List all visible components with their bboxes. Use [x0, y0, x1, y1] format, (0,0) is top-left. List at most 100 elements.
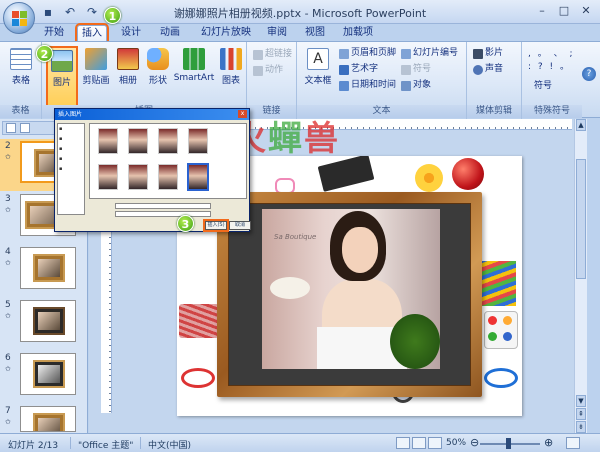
slide-thumbnail[interactable]: 7 ✩ [0, 404, 88, 433]
symbol-button[interactable]: 符号 [401, 63, 431, 76]
slide-thumbnail[interactable]: 4 ✩ [0, 245, 88, 297]
album-button[interactable]: 相册 [112, 46, 144, 86]
clipart-button[interactable]: 剪贴画 [80, 46, 112, 86]
window-title: 谢娜娜照片相册视频.pptx - Microsoft PowerPoint [173, 7, 427, 20]
portrait-photo[interactable]: Sa Boutique [262, 209, 440, 369]
slideshow-view-icon[interactable] [428, 437, 442, 449]
tab-insert[interactable]: 插入 [75, 23, 109, 43]
file-thumbnail[interactable] [128, 128, 148, 154]
slide-thumbnail[interactable]: 5 ✩ [0, 298, 88, 350]
filetype-select[interactable] [115, 211, 211, 217]
datetime-button[interactable]: 日期和时间 [339, 79, 396, 92]
group-text: A 文本框 页眉和页脚 艺术字 日期和时间 幻灯片编号 符号 对象 文本 [297, 42, 467, 119]
tab-view[interactable]: 视图 [300, 25, 330, 41]
smartart-button[interactable]: SmartArt [173, 46, 215, 83]
office-button[interactable] [3, 2, 35, 34]
chart-button[interactable]: 图表 [215, 46, 247, 86]
group-text-label: 文本 [297, 105, 466, 118]
place-item[interactable]: ▪ [58, 154, 84, 164]
tab-animations[interactable]: 动画 [154, 25, 186, 41]
slide-preview [20, 247, 76, 289]
wordart-button[interactable]: 艺术字 [339, 63, 378, 76]
sound-label: 声音 [485, 64, 504, 74]
tab-slideshow[interactable]: 幻灯片放映 [198, 25, 254, 41]
language-indicator[interactable]: 中文(中国) [148, 438, 191, 451]
frame-inner: Sa Boutique [228, 203, 471, 386]
file-thumbnail[interactable] [128, 164, 148, 190]
wordart-label: 艺术字 [351, 64, 379, 74]
sorter-view-icon[interactable] [412, 437, 426, 449]
group-media-label: 媒体剪辑 [467, 105, 521, 118]
next-slide-icon[interactable]: ⇟ [576, 421, 586, 433]
fit-to-window-icon[interactable] [566, 437, 580, 449]
minimize-icon[interactable]: – [532, 3, 552, 20]
shapes-button[interactable]: 形状 [142, 46, 174, 86]
scroll-down-icon[interactable]: ▼ [576, 395, 586, 407]
normal-view-icon[interactable] [396, 437, 410, 449]
place-item[interactable]: ▪ [58, 124, 84, 134]
slide-preview [20, 300, 76, 342]
textbox-button[interactable]: A 文本框 [301, 46, 335, 86]
picture-icon [51, 50, 73, 72]
shapes-button-label: 形状 [148, 76, 167, 86]
smartart-icon [183, 48, 205, 70]
close-icon[interactable]: ✕ [576, 3, 596, 20]
special-symbol-button[interactable]: 符号 [534, 80, 552, 93]
insert-button[interactable]: 插入(S) [203, 219, 229, 232]
group-symbols: , 。 、 ; : ? ! 。 符号 特殊符号 [522, 42, 582, 119]
status-bar: 幻灯片 2/13 "Office 主题" 中文(中国) 50% ⊖ ⊕ [0, 433, 600, 452]
maximize-icon[interactable]: □ [554, 3, 574, 20]
sound-button[interactable]: 声音 [473, 63, 503, 76]
place-item[interactable]: ▪ [58, 164, 84, 174]
movie-button[interactable]: 影片 [473, 47, 503, 60]
clipart-icon [85, 48, 107, 70]
file-thumbnail[interactable] [158, 128, 178, 154]
file-thumbnail-selected[interactable] [187, 163, 209, 191]
filename-input[interactable] [115, 203, 211, 209]
zoom-slider-knob[interactable] [506, 438, 511, 449]
file-thumbnail[interactable] [158, 164, 178, 190]
film-icon [473, 48, 483, 59]
object-button[interactable]: 对象 [401, 79, 431, 92]
tab-design[interactable]: 设计 [115, 25, 147, 41]
table-button[interactable]: 表格 [5, 46, 37, 86]
scroll-up-icon[interactable]: ▲ [576, 119, 586, 131]
scroll-thumb[interactable] [576, 159, 586, 279]
slide-number-button[interactable]: 幻灯片编号 [401, 47, 458, 60]
header-footer-button[interactable]: 页眉和页脚 [339, 47, 396, 60]
vertical-scrollbar[interactable]: ▲ ▼ ⇞ ⇟ [574, 119, 587, 433]
zoom-out-icon[interactable]: ⊖ [470, 436, 479, 449]
file-thumbnail[interactable] [188, 128, 208, 154]
dialog-close-icon[interactable]: x [238, 110, 247, 118]
cancel-button[interactable]: 取消 [229, 221, 251, 230]
picture-button-label: 图片 [52, 78, 71, 88]
wooden-picture-frame[interactable]: Sa Boutique [217, 192, 482, 397]
prev-slide-icon[interactable]: ⇞ [576, 408, 586, 420]
help-icon[interactable]: ? [582, 67, 596, 81]
place-item[interactable]: ▪ [58, 144, 84, 154]
animation-star-icon: ✩ [5, 365, 11, 373]
hyperlink-button[interactable]: 超链接 [253, 48, 292, 61]
tab-addins[interactable]: 加载项 [338, 25, 378, 41]
tab-home[interactable]: 开始 [38, 25, 70, 41]
slide-number-icon [401, 48, 411, 59]
slide-preview [20, 406, 76, 432]
chart-icon [220, 48, 242, 70]
outline-tab-icon[interactable] [20, 123, 30, 133]
place-item[interactable]: ▪ [58, 134, 84, 144]
tab-review[interactable]: 审阅 [262, 25, 292, 41]
group-tables-label: 表格 [0, 105, 41, 118]
animation-star-icon: ✩ [5, 418, 11, 426]
zoom-in-icon[interactable]: ⊕ [544, 436, 553, 449]
symbol-glyphs[interactable]: , 。 、 ; : ? ! 。 [528, 48, 578, 74]
group-media: 影片 声音 媒体剪辑 [467, 42, 522, 119]
slide-number: 6 [5, 353, 11, 363]
table-button-label: 表格 [11, 76, 30, 86]
slide-thumbnail[interactable]: 6 ✩ [0, 351, 88, 403]
file-thumbnail[interactable] [98, 164, 118, 190]
file-thumbnail[interactable] [98, 128, 118, 154]
action-button[interactable]: 动作 [253, 64, 283, 77]
zoom-level[interactable]: 50% [446, 438, 466, 448]
slides-tab-icon[interactable] [6, 123, 16, 133]
photo-face [342, 227, 378, 273]
